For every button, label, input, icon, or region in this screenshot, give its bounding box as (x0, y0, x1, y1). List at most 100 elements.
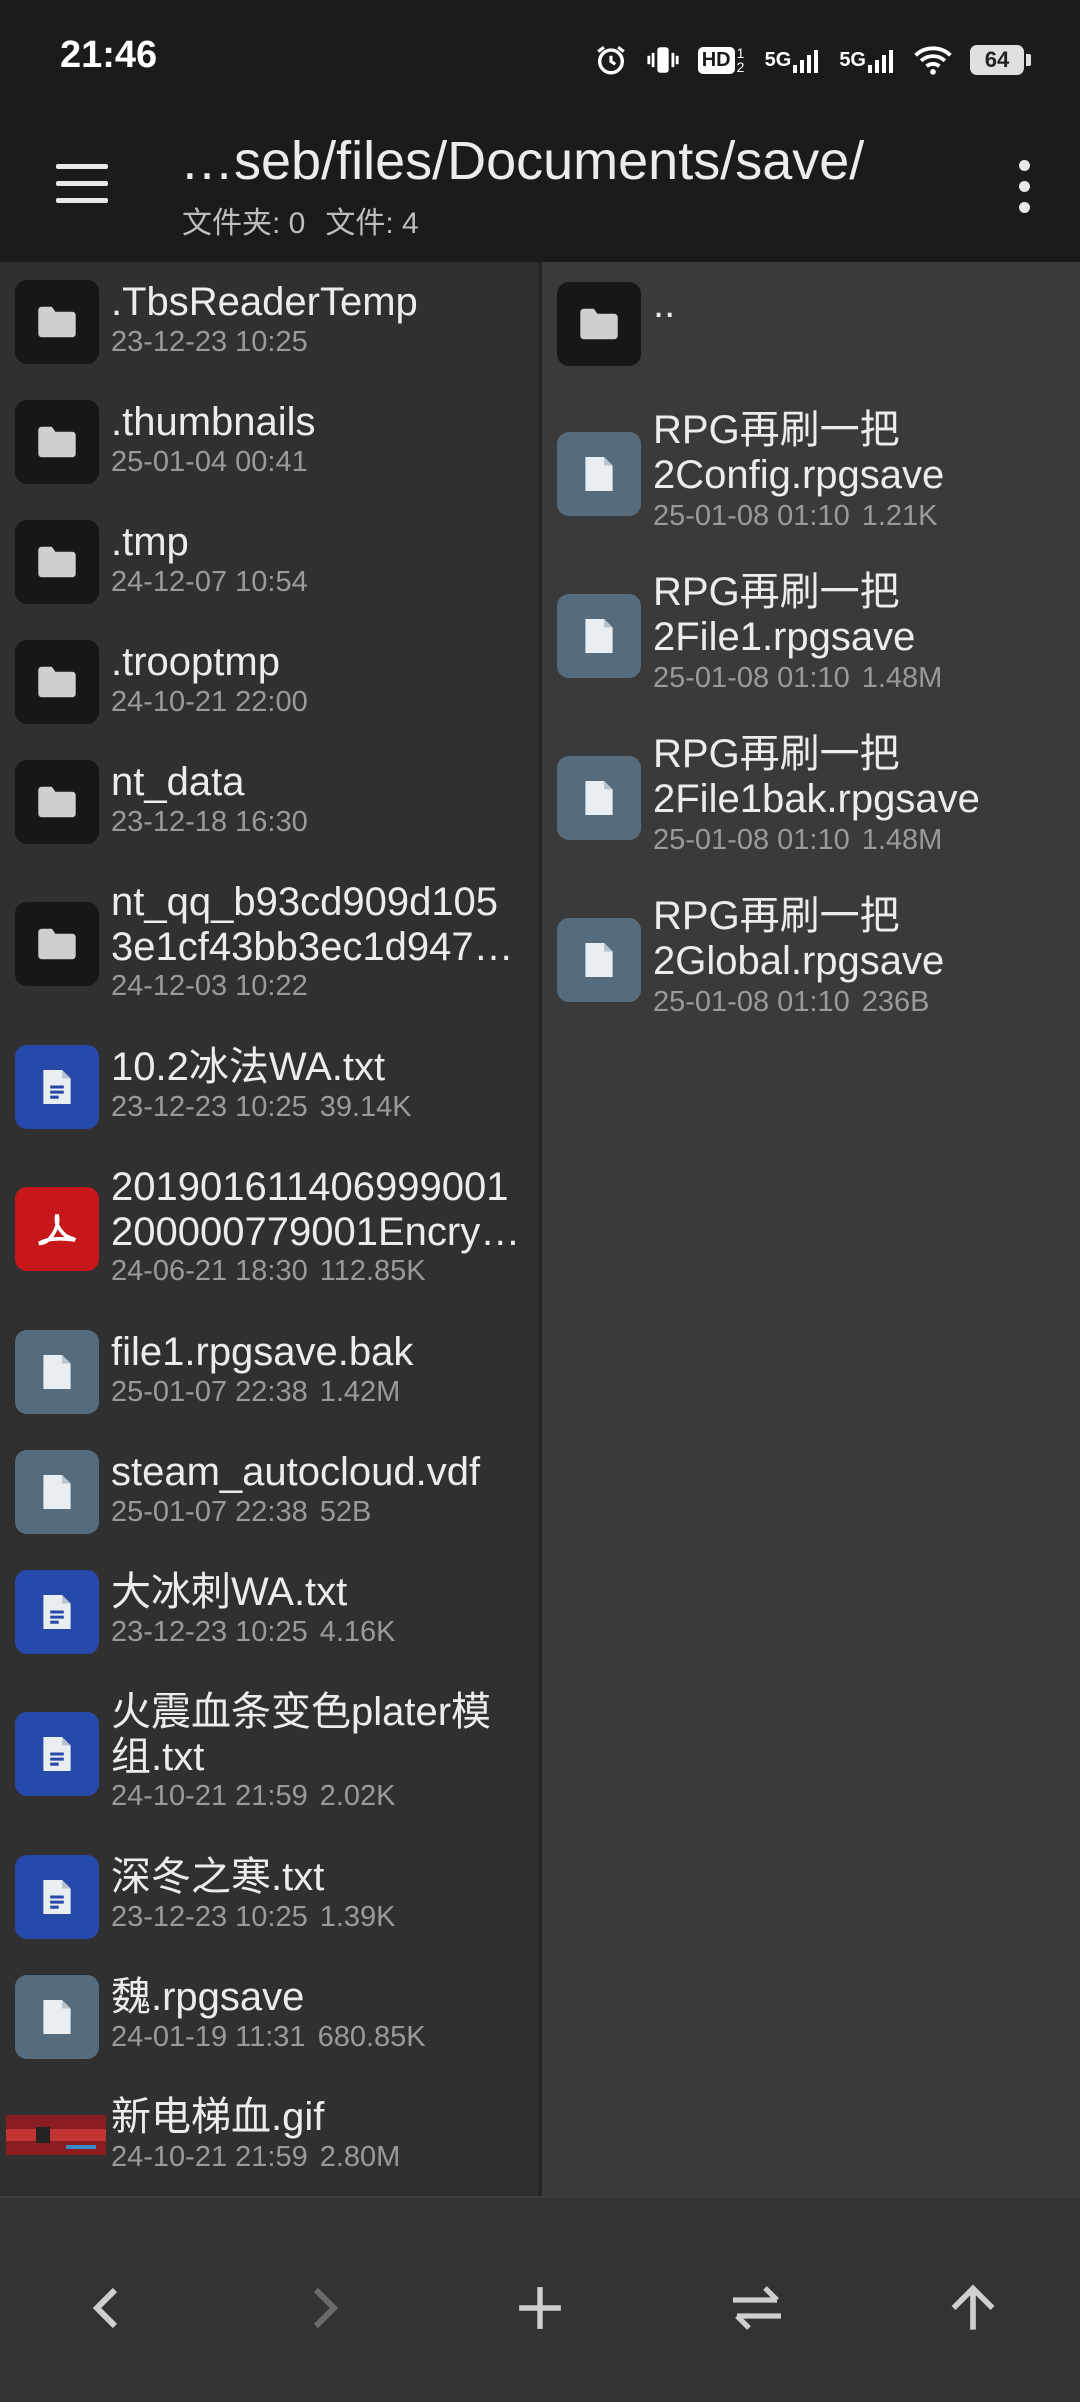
file-icon (15, 1330, 99, 1414)
file-meta: 25-01-08 01:10 1.48M (653, 662, 942, 695)
file-date: 25-01-08 01:10 (653, 986, 850, 1018)
folder-icon (15, 520, 99, 604)
image-thumbnail (6, 2115, 106, 2155)
file-list-item[interactable]: 10.2冰法WA.txt 23-12-23 10:25 39.14K (0, 1027, 538, 1147)
file-date: 24-12-07 10:54 (111, 566, 308, 598)
file-icon (557, 432, 641, 516)
file-list-item[interactable]: 201901611406999001 200000779001Encry… 24-0… (0, 1147, 538, 1312)
file-name: RPG再刷一把 (653, 408, 900, 452)
file-list-item[interactable]: .. (542, 262, 1080, 392)
file-meta: 23-12-23 10:25 39.14K (111, 1091, 412, 1124)
file-date: 25-01-08 01:10 (653, 662, 850, 694)
file-name: RPG再刷一把 (653, 570, 900, 614)
path-title[interactable]: …seb/files/Documents/save/ (180, 130, 864, 192)
file-date: 25-01-07 22:38 (111, 1376, 308, 1408)
left-file-pane[interactable]: .TbsReaderTemp 23-12-23 10:25 .thumbnails 2… (0, 262, 538, 2196)
file-list-item[interactable]: 魏.rpgsave 24-01-19 11:31 680.85K (0, 1957, 538, 2077)
file-meta: 23-12-18 16:30 (111, 806, 308, 839)
file-name: nt_data (111, 760, 245, 804)
folder-count: 文件夹: 0 (182, 207, 306, 240)
file-name-line2: 组.txt (111, 1735, 205, 1779)
file-list-item[interactable]: RPG再刷一把 2File1.rpgsave 25-01-08 01:10 1.48M (542, 554, 1080, 716)
file-list-item[interactable]: .thumbnails 25-01-04 00:41 (0, 382, 538, 502)
file-list-item[interactable]: file1.rpgsave.bak 25-01-07 22:38 1.42M (0, 1312, 538, 1432)
file-size: 52B (319, 1496, 372, 1528)
more-vert-icon[interactable] (994, 152, 1054, 222)
file-name: RPG再刷一把 (653, 732, 900, 776)
file-size: 1.39K (319, 1901, 396, 1933)
file-list-item[interactable]: .trooptmp 24-10-21 22:00 (0, 622, 538, 742)
file-list-item[interactable]: nt_qq_b93cd909d105 3e1cf43bb3ec1d947… 24-1… (0, 862, 538, 1027)
swap-arrows-icon[interactable] (707, 2258, 807, 2358)
plus-icon[interactable] (490, 2258, 590, 2358)
file-name: file1.rpgsave.bak (111, 1330, 414, 1374)
file-name: 魏.rpgsave (111, 1975, 305, 2019)
file-name: 火震血条变色plater模 (111, 1690, 492, 1734)
file-list-item[interactable]: 深冬之寒.txt 23-12-23 10:25 1.39K (0, 1837, 538, 1957)
file-date: 23-12-23 10:25 (111, 1901, 308, 1933)
file-name: nt_qq_b93cd909d105 (111, 880, 499, 924)
file-date: 23-12-18 16:30 (111, 806, 308, 838)
hamburger-menu-icon[interactable] (52, 154, 112, 214)
file-date: 25-01-08 01:10 (653, 500, 850, 532)
file-size: 4.16K (319, 1616, 396, 1648)
file-meta: 25-01-08 01:10 1.48M (653, 824, 942, 857)
file-name: .trooptmp (111, 640, 280, 684)
file-name-line2: 2Global.rpgsave (653, 939, 945, 983)
file-size: 680.85K (317, 2021, 426, 2053)
file-list-item[interactable]: 火震血条变色plater模 组.txt 24-10-21 21:59 2.02K (0, 1672, 538, 1837)
file-size: 2.02K (319, 1780, 396, 1812)
folder-icon (15, 280, 99, 364)
toolbar: …seb/files/Documents/save/ 文件夹: 0 文件: 4 (0, 112, 1080, 262)
file-list-item[interactable]: 大冰刺WA.txt 23-12-23 10:25 4.16K (0, 1552, 538, 1672)
file-icon (15, 1975, 99, 2059)
file-count: 文件: 4 (325, 207, 419, 240)
file-date: 25-01-07 22:38 (111, 1496, 308, 1528)
file-name: .thumbnails (111, 400, 316, 444)
file-name-line2: 2File1.rpgsave (653, 615, 916, 659)
file-meta: 24-06-21 18:30 112.85K (111, 1255, 426, 1288)
file-date: 24-01-19 11:31 (111, 2021, 306, 2053)
file-name-line2: 200000779001Encry… (111, 1210, 521, 1254)
vibrate-icon (646, 43, 680, 77)
file-list-item[interactable]: steam_autocloud.vdf 25-01-07 22:38 52B (0, 1432, 538, 1552)
status-bar: 21:46 HD 1 2 5G 5G 64 (0, 0, 1080, 112)
file-list-item[interactable]: RPG再刷一把 2Global.rpgsave 25-01-08 01:10 236B (542, 878, 1080, 1040)
file-date: 24-10-21 22:00 (111, 686, 308, 718)
file-name: 10.2冰法WA.txt (111, 1045, 386, 1089)
file-meta: 24-10-21 21:59 2.02K (111, 1780, 396, 1813)
file-size: 1.21K (861, 500, 938, 532)
file-meta: 25-01-07 22:38 52B (111, 1496, 371, 1529)
file-list-item[interactable]: .tmp 24-12-07 10:54 (0, 502, 538, 622)
file-name-line2: 2Config.rpgsave (653, 453, 945, 497)
file-list-item[interactable]: RPG再刷一把 2File1bak.rpgsave 25-01-08 01:10 1.… (542, 716, 1080, 878)
file-icon (15, 1450, 99, 1534)
file-size: 2.80M (319, 2141, 401, 2173)
file-icon (557, 756, 641, 840)
status-icons: HD 1 2 5G 5G 64 (594, 38, 1031, 82)
pdf-icon (15, 1187, 99, 1271)
chevron-right-icon[interactable] (274, 2258, 374, 2358)
file-size: 1.48M (861, 824, 943, 856)
arrow-up-icon[interactable] (923, 2258, 1023, 2358)
right-file-pane[interactable]: .. RPG再刷一把 2Config.rpgsave 25-01-08 01:10 1.… (542, 262, 1080, 2196)
folder-icon (557, 282, 641, 366)
file-size: 39.14K (319, 1091, 412, 1123)
path-summary: 文件夹: 0 文件: 4 (182, 198, 439, 242)
file-meta: 25-01-08 01:10 236B (653, 986, 929, 1019)
file-date: 24-10-21 21:59 (111, 1780, 308, 1812)
file-name: .. (653, 282, 676, 326)
file-date: 24-06-21 18:30 (111, 1255, 308, 1287)
folder-icon (15, 640, 99, 724)
net1-label: 5G (764, 49, 792, 71)
file-date: 23-12-23 10:25 (111, 326, 308, 358)
file-list-item[interactable]: .TbsReaderTemp 23-12-23 10:25 (0, 262, 538, 382)
file-name-line2: 2File1bak.rpgsave (653, 777, 980, 821)
file-name: 深冬之寒.txt (111, 1855, 325, 1899)
file-list-item[interactable]: 新电梯血.gif 24-10-21 21:59 2.80M (0, 2077, 538, 2196)
chevron-left-icon[interactable] (57, 2258, 157, 2358)
text-file-icon (15, 1855, 99, 1939)
file-size: 236B (861, 986, 930, 1018)
file-list-item[interactable]: nt_data 23-12-18 16:30 (0, 742, 538, 862)
file-list-item[interactable]: RPG再刷一把 2Config.rpgsave 25-01-08 01:10 1.21… (542, 392, 1080, 554)
